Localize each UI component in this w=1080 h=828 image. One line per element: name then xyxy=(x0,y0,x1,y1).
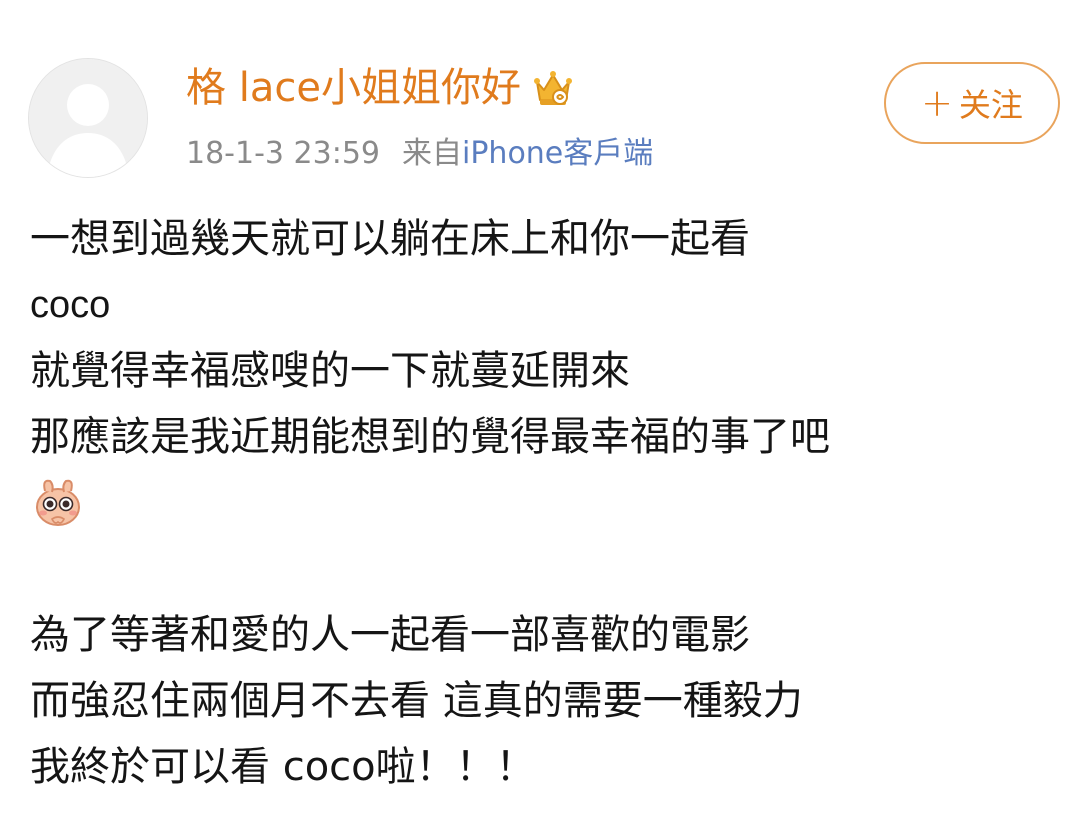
shy-bunny-emoji-icon xyxy=(36,479,80,526)
crown-badge-icon[interactable] xyxy=(531,66,575,110)
post-content: 一想到過幾天就可以躺在床上和你一起看 coco 就覺得幸福感嗖的一下就蔓延開來 … xyxy=(30,206,1060,800)
post-line: 為了等著和愛的人一起看一部喜歡的電影 xyxy=(30,612,750,658)
post-line: coco xyxy=(30,284,111,326)
default-avatar-icon xyxy=(29,59,147,177)
follow-label: 关注 xyxy=(958,86,1023,124)
follow-button[interactable]: + 关注 xyxy=(884,62,1060,144)
source-app-link[interactable]: iPhone客戶端 xyxy=(462,136,653,171)
emoji-line xyxy=(30,470,1060,536)
source-prefix: 来自 xyxy=(402,136,462,171)
post-line: 那應該是我近期能想到的覺得最幸福的事了吧 xyxy=(30,414,830,460)
post-header: 格 lace小姐姐你好 18-1-3 23:59 来自iPhone客戶端 + 关注 xyxy=(0,0,1080,190)
plus-icon: + xyxy=(921,81,953,125)
user-avatar[interactable] xyxy=(28,58,148,178)
post-line: 一想到過幾天就可以躺在床上和你一起看 xyxy=(30,216,750,262)
user-line: 格 lace小姐姐你好 xyxy=(186,60,575,116)
post-line: 就覺得幸福感嗖的一下就蔓延開來 xyxy=(30,348,630,394)
post-timestamp: 18-1-3 23:59 xyxy=(186,136,380,171)
username[interactable]: 格 lace小姐姐你好 xyxy=(186,60,521,116)
post-meta: 18-1-3 23:59 来自iPhone客戶端 xyxy=(186,132,653,176)
post-line: 我終於可以看 coco啦！！！ xyxy=(30,744,536,790)
post-line: 而強忍住兩個月不去看 這真的需要一種毅力 xyxy=(30,678,803,724)
